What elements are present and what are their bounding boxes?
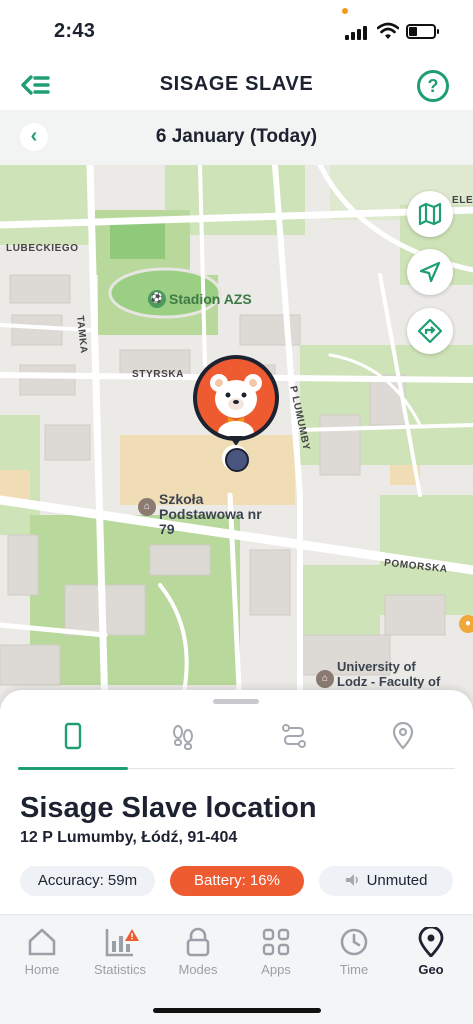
sound-status: Unmuted (366, 872, 428, 889)
street-label: STYRSKA (132, 369, 184, 380)
tab-steps[interactable] (128, 712, 238, 768)
wifi-icon (377, 22, 399, 39)
locate-me-button[interactable] (407, 249, 453, 295)
geo-pin-icon (418, 927, 444, 957)
app-header: SISAGE SLAVE ? (0, 62, 473, 110)
speaker-icon (345, 874, 358, 886)
apps-grid-icon (262, 928, 290, 956)
directions-icon (418, 319, 442, 343)
page-title: SISAGE SLAVE (159, 73, 314, 95)
footprints-icon (173, 725, 193, 750)
nav-label: Modes (178, 962, 218, 977)
nav-statistics[interactable]: Statistics (81, 915, 159, 985)
poi-stadion-azs[interactable]: Stadion AZS (169, 292, 252, 307)
accuracy-badge: Accuracy: 59m (20, 866, 155, 896)
child-location-pin[interactable] (193, 355, 279, 441)
sound-badge: Unmuted (319, 866, 453, 896)
locate-arrow-icon (419, 261, 441, 283)
home-indicator[interactable] (153, 1008, 321, 1013)
location-tabs (0, 712, 473, 772)
sheet-drag-handle[interactable] (213, 699, 259, 704)
position-dot (222, 445, 249, 472)
stadium-icon: ⚽ (148, 290, 166, 308)
poi-school[interactable]: Szkoła Podstawowa nr 79 (159, 492, 279, 537)
tab-device[interactable] (18, 712, 128, 768)
school-icon: ⌂ (138, 498, 156, 516)
nav-apps[interactable]: Apps (237, 915, 315, 985)
university-icon: ⌂ (316, 670, 334, 688)
phone-icon (64, 722, 82, 750)
nav-time[interactable]: Time (315, 915, 393, 985)
teddy-bear-avatar-icon (210, 374, 262, 437)
status-bar: 2:43 (0, 0, 473, 62)
active-tab-indicator (18, 767, 128, 770)
signal-icon (345, 24, 371, 40)
privacy-indicator-dot (342, 8, 348, 14)
home-icon (28, 928, 56, 956)
directions-button[interactable] (407, 308, 453, 354)
nav-label: Geo (418, 962, 444, 977)
nav-label: Statistics (93, 962, 146, 977)
date-bar: ‹ 6 January (Today) (0, 110, 473, 165)
status-time: 2:43 (54, 20, 96, 42)
date-label: 6 January (Today) (155, 126, 318, 147)
tab-route[interactable] (238, 712, 348, 768)
statistics-icon (105, 929, 139, 957)
tab-places[interactable] (348, 712, 458, 768)
nav-label: Time (339, 962, 369, 977)
location-title: Sisage Slave location (20, 792, 317, 824)
battery-icon (406, 24, 439, 39)
map-layers-icon (418, 202, 442, 226)
map-layers-button[interactable] (407, 191, 453, 237)
street-label: LUBECKIEGO (6, 243, 79, 254)
nav-label: Home (24, 962, 60, 977)
clock-icon (340, 928, 368, 956)
nav-modes[interactable]: Modes (159, 915, 237, 985)
street-label: ELE (452, 195, 473, 206)
battery-badge: Battery: 16% (170, 866, 304, 896)
shop-icon: ● (459, 615, 473, 633)
route-icon (282, 724, 306, 748)
nav-home[interactable]: Home (3, 915, 81, 985)
location-address: 12 P Lumumby, Łódź, 91-404 (20, 829, 238, 846)
nav-label: Apps (261, 962, 291, 977)
help-button[interactable]: ? (417, 70, 449, 102)
location-pin-icon (392, 722, 414, 750)
nav-geo[interactable]: Geo (392, 915, 470, 985)
lock-icon (186, 927, 210, 957)
location-sheet: Sisage Slave location 12 P Lumumby, Łódź… (0, 690, 473, 914)
